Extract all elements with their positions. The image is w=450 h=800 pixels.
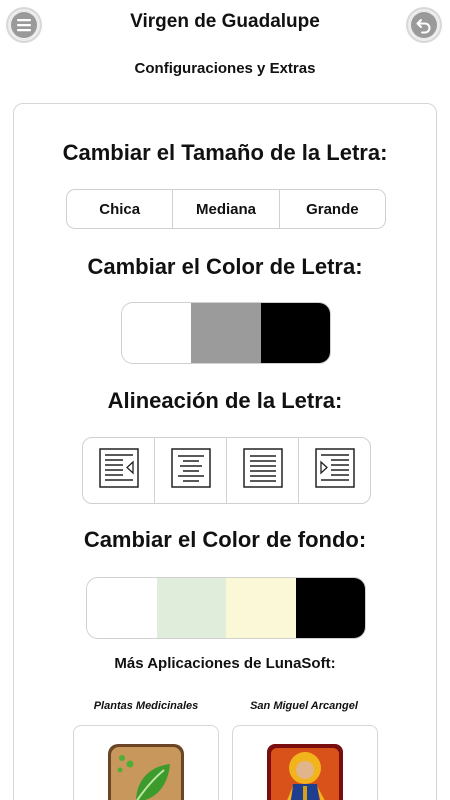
header: Virgen de Guadalupe <box>0 0 450 50</box>
app-title: Virgen de Guadalupe <box>130 11 320 32</box>
more-apps-title: Más Aplicaciones de LunaSoft: <box>114 655 336 672</box>
font-size-selector: Chica Mediana Grande <box>66 189 386 229</box>
font-size-title: Cambiar el Tamaño de la Letra: <box>62 140 388 165</box>
align-center-icon <box>170 448 211 493</box>
font-size-small-button[interactable]: Chica <box>67 190 174 228</box>
font-color-gray-swatch[interactable] <box>191 303 261 363</box>
align-justify-icon <box>242 448 283 493</box>
align-indent-left-icon <box>98 448 139 493</box>
page-subtitle: Configuraciones y Extras <box>134 60 316 77</box>
app-card-san-miguel[interactable] <box>232 725 378 800</box>
background-color-title: Cambiar el Color de fondo: <box>83 527 367 552</box>
back-arrow-icon <box>411 12 437 38</box>
background-color-selector <box>86 577 366 639</box>
align-left-button[interactable] <box>83 438 155 503</box>
align-right-button[interactable] <box>299 438 370 503</box>
bg-color-white-swatch[interactable] <box>87 578 157 638</box>
font-size-large-button[interactable]: Grande <box>280 190 385 228</box>
back-button[interactable] <box>406 7 442 43</box>
app-card-plantas[interactable] <box>73 725 219 800</box>
font-size-medium-button[interactable]: Mediana <box>173 190 280 228</box>
font-color-white-swatch[interactable] <box>122 303 192 363</box>
alignment-title: Alineación de la Letra: <box>107 388 343 413</box>
align-center-button[interactable] <box>155 438 227 503</box>
alignment-selector <box>82 437 371 504</box>
app-label-san-miguel: San Miguel Arcangel <box>250 700 358 712</box>
align-justify-button[interactable] <box>227 438 299 503</box>
settings-panel: Cambiar el Tamaño de la Letra: Chica Med… <box>13 103 437 800</box>
bg-color-black-swatch[interactable] <box>295 578 365 638</box>
align-indent-right-icon <box>314 448 355 493</box>
bg-color-green-swatch[interactable] <box>156 578 226 638</box>
font-color-title: Cambiar el Color de Letra: <box>87 254 363 279</box>
app-label-plantas: Plantas Medicinales <box>93 700 199 712</box>
bg-color-cream-swatch[interactable] <box>226 578 296 638</box>
font-color-black-swatch[interactable] <box>260 303 330 363</box>
font-color-selector <box>121 302 331 364</box>
